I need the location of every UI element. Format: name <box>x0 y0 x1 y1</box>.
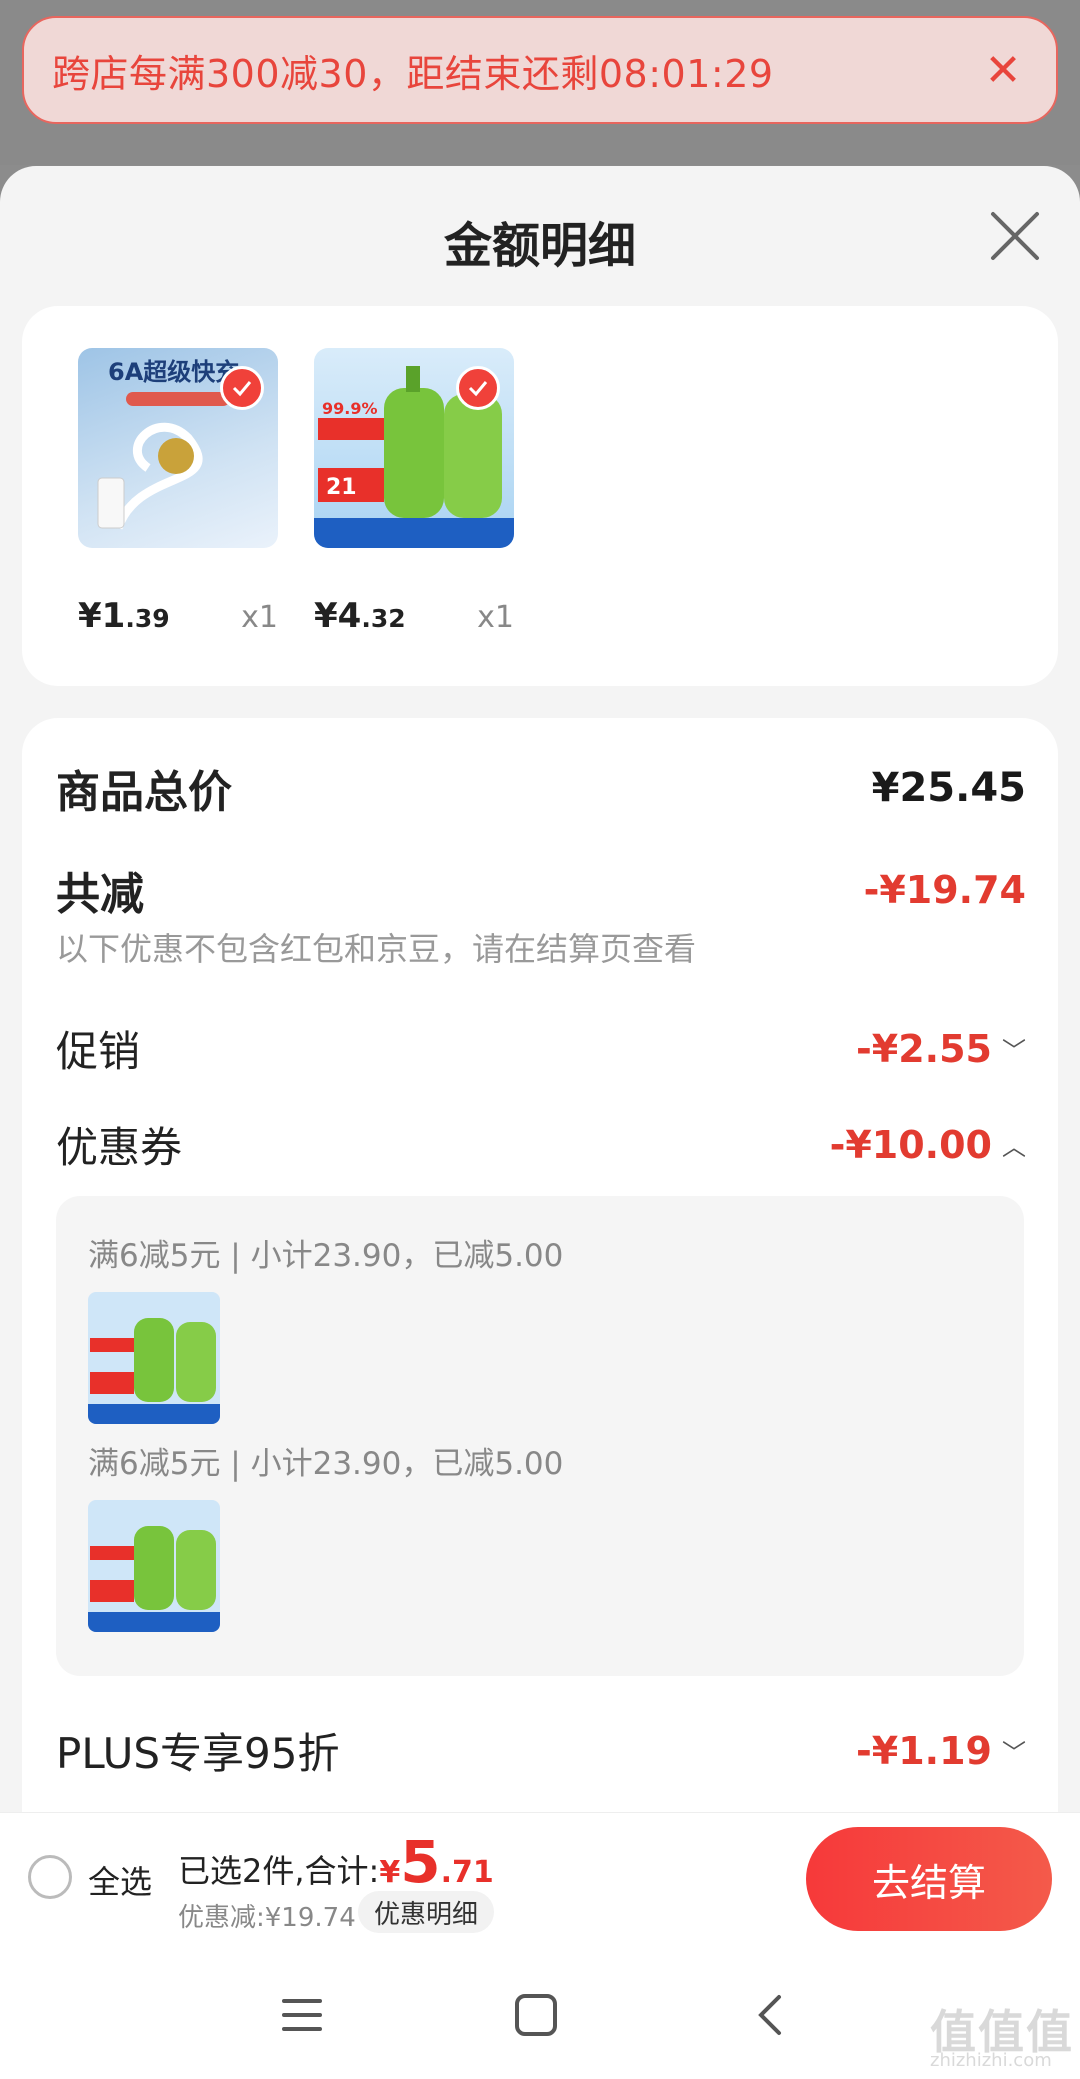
total-price-label: 商品总价 <box>56 767 232 818</box>
product-price: ¥1.39 <box>78 596 170 636</box>
coupon-product-image[interactable] <box>88 1500 220 1632</box>
amount-detail-sheet: 金额明细 6A超级快充 ¥1.39 x1 99.9% 21 ¥4.32 x1 商… <box>0 166 1080 1950</box>
discount-note: 以下优惠不包含红包和京豆，请在结算页查看 <box>56 930 697 968</box>
product-item[interactable]: 6A超级快充 ¥1.39 x1 <box>78 348 278 636</box>
check-icon[interactable] <box>456 366 500 410</box>
discount-detail-button[interactable]: 优惠明细 <box>358 1891 495 1933</box>
close-icon[interactable] <box>985 206 1045 266</box>
total-price-row: 商品总价 ¥25.45 <box>56 756 1026 820</box>
check-icon[interactable] <box>220 366 264 410</box>
svg-text:99.9%: 99.9% <box>322 399 378 418</box>
coupon-row[interactable]: 优惠券 -¥10.00 ︿ <box>56 1114 1026 1175</box>
plus-discount-row[interactable]: PLUS专享95折 -¥1.19 ﹀ <box>56 1720 1026 1781</box>
back-icon[interactable] <box>740 1988 800 2042</box>
promo-banner[interactable]: 跨店每满300减30，距结束还剩08:01:29 ✕ <box>22 16 1058 124</box>
select-all-label[interactable]: 全选 <box>88 1857 152 1903</box>
coupon-detail-box: 满6减5元 | 小计23.90，已减5.00 满6减5元 | 小计23.90，已… <box>56 1196 1024 1676</box>
product-image-cable[interactable]: 6A超级快充 <box>78 348 278 548</box>
checkout-bar: 全选 已选2件,合计: ¥ 5 .71 优惠减:¥19.74 优惠明细 去结算 <box>0 1812 1080 1950</box>
promo-row[interactable]: 促销 -¥2.55 ﹀ <box>56 1018 1026 1079</box>
product-price: ¥4.32 <box>314 596 406 636</box>
checkout-button[interactable]: 去结算 <box>806 1827 1052 1931</box>
coupon-value: -¥10.00 ︿ <box>829 1122 1026 1167</box>
home-icon[interactable] <box>506 1988 566 2042</box>
product-qty: x1 <box>241 600 278 635</box>
discount-summary: 优惠减:¥19.74 <box>178 1903 356 1933</box>
total-reduce-value: -¥19.74 <box>863 868 1026 912</box>
svg-text:21: 21 <box>326 475 357 500</box>
chevron-down-icon: ﹀ <box>1002 1739 1026 1767</box>
svg-text:6A超级快充: 6A超级快充 <box>108 358 239 386</box>
promo-banner-text: 跨店每满300减30，距结束还剩08:01:29 <box>52 51 774 96</box>
product-qty: x1 <box>477 600 514 635</box>
promo-label: 促销 <box>56 1027 141 1076</box>
chevron-up-icon: ︿ <box>1002 1133 1026 1161</box>
sheet-title: 金额明细 <box>443 218 636 274</box>
total-summary: 已选2件,合计: ¥ 5 .71 <box>178 1828 494 1896</box>
close-icon[interactable]: ✕ <box>978 45 1028 96</box>
price-summary-card: 商品总价 ¥25.45 共减 -¥19.74 以下优惠不包含红包和京豆，请在结算… <box>22 718 1058 1950</box>
selected-products-card: 6A超级快充 ¥1.39 x1 99.9% 21 ¥4.32 x1 <box>22 306 1058 686</box>
product-image-handwash[interactable]: 99.9% 21 <box>314 348 514 548</box>
select-all-radio[interactable] <box>28 1855 72 1899</box>
total-reduce-label: 共减 <box>56 869 144 920</box>
menu-icon[interactable] <box>272 1988 332 2042</box>
coupon-product-image[interactable] <box>88 1292 220 1424</box>
plus-discount-label: PLUS专享95折 <box>56 1729 340 1778</box>
system-nav-bar: 值值值 zhizhizhi.com <box>0 1950 1080 2079</box>
total-reduce-row: 共减 -¥19.74 <box>56 858 1026 922</box>
promo-value: -¥2.55 ﹀ <box>856 1026 1026 1071</box>
plus-discount-value: -¥1.19 ﹀ <box>856 1728 1026 1773</box>
coupon-item-text: 满6减5元 | 小计23.90，已减5.00 <box>88 1446 564 1482</box>
coupon-item-text: 满6减5元 | 小计23.90，已减5.00 <box>88 1238 564 1274</box>
coupon-label: 优惠券 <box>56 1123 183 1172</box>
chevron-down-icon: ﹀ <box>1002 1037 1026 1065</box>
product-item[interactable]: 99.9% 21 ¥4.32 x1 <box>314 348 514 636</box>
watermark-url: zhizhizhi.com <box>930 2050 1052 2071</box>
top-overlay: 跨店每满300减30，距结束还剩08:01:29 ✕ <box>0 0 1080 165</box>
total-price-value: ¥25.45 <box>871 765 1026 811</box>
